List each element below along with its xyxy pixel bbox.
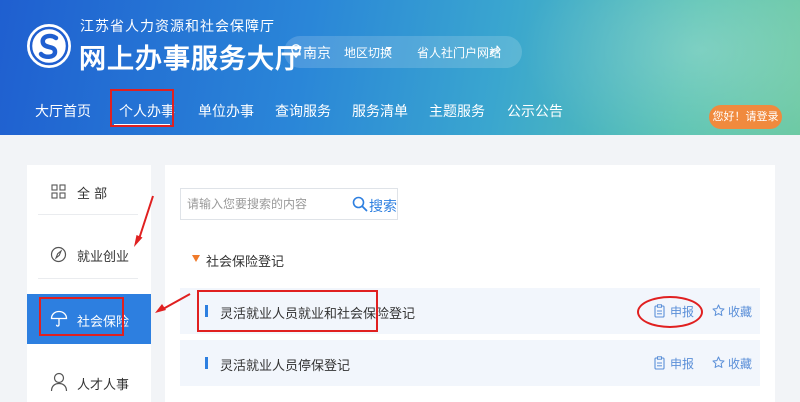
annotation-box-sidebar xyxy=(39,297,124,336)
nav-unit-services[interactable]: 单位办事 xyxy=(198,101,254,121)
search-input[interactable] xyxy=(181,189,341,219)
apply-button[interactable]: 申报 xyxy=(670,355,694,372)
nav-service-list[interactable]: 服务清单 xyxy=(352,101,408,121)
sidebar-item-label: 就业创业 xyxy=(77,250,130,265)
sidebar-divider xyxy=(38,214,138,215)
search-button[interactable]: 搜索 xyxy=(369,196,397,216)
favorite-button[interactable]: 收藏 xyxy=(728,355,752,372)
expand-triangle-icon[interactable] xyxy=(192,255,200,262)
nav-query-services[interactable]: 查询服务 xyxy=(275,101,331,121)
star-icon[interactable] xyxy=(712,356,725,369)
service-title[interactable]: 灵活就业人员停保登记 xyxy=(220,355,350,374)
service-row[interactable]: 灵活就业人员停保登记 申报 收藏 xyxy=(180,340,760,386)
region-switch-button[interactable]: 地区切换 xyxy=(344,44,392,61)
login-button[interactable]: 您好！请登录 xyxy=(709,105,782,129)
search-icon[interactable] xyxy=(352,196,368,212)
sidebar-item-talent[interactable]: 人才人事 xyxy=(27,360,151,402)
nav-home[interactable]: 大厅首页 xyxy=(35,101,91,121)
hrss-logo[interactable] xyxy=(27,24,71,68)
org-subtitle: 江苏省人力资源和社会保障厅 xyxy=(80,19,275,35)
sidebar-item-label: 全 部 xyxy=(77,187,108,202)
org-title[interactable]: 网上办事服务大厅 xyxy=(79,37,303,76)
annotation-box-service xyxy=(197,290,378,332)
compass-icon xyxy=(50,246,67,263)
clipboard-icon[interactable] xyxy=(654,356,665,370)
sidebar-item-all[interactable]: 全 部 xyxy=(27,168,151,214)
location-pin-icon xyxy=(291,44,301,58)
category-title[interactable]: 社会保险登记 xyxy=(206,251,284,270)
share-arrow-icon[interactable] xyxy=(489,44,501,56)
nav-theme-services[interactable]: 主题服务 xyxy=(429,101,485,121)
annotation-ellipse-apply xyxy=(637,296,703,328)
favorite-button[interactable]: 收藏 xyxy=(728,303,752,320)
sidebar-item-employment[interactable]: 就业创业 xyxy=(27,231,151,277)
star-icon[interactable] xyxy=(712,304,725,317)
annotation-box-nav xyxy=(110,89,174,127)
row-marker xyxy=(205,357,208,369)
sidebar-item-label: 人才人事 xyxy=(77,378,130,393)
sidebar-divider xyxy=(38,278,138,279)
nav-announcements[interactable]: 公示公告 xyxy=(507,101,563,121)
grid-icon xyxy=(51,184,66,199)
current-city: 南京 xyxy=(303,46,331,62)
caret-down-icon[interactable] xyxy=(386,47,392,51)
person-icon xyxy=(50,372,68,392)
